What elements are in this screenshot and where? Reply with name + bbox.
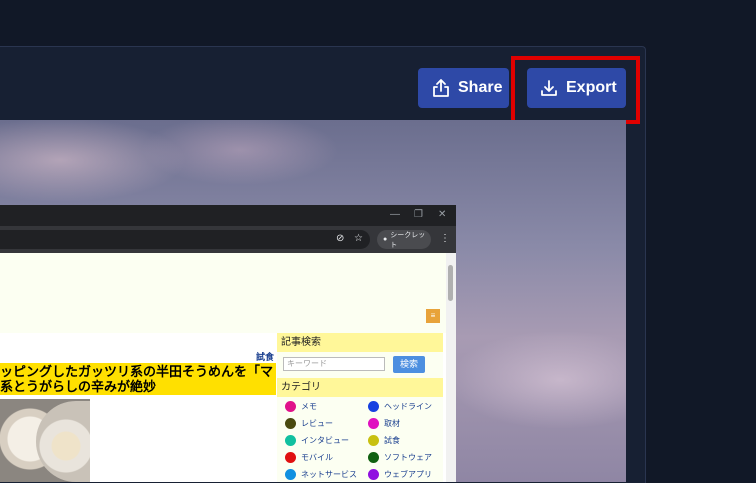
scroll-thumb[interactable]: [448, 265, 453, 301]
category-dot-icon: [285, 452, 296, 463]
browser-titlebar: — ❐ ✕: [0, 205, 456, 226]
search-button[interactable]: 検索: [393, 356, 425, 373]
share-button[interactable]: Share: [418, 68, 509, 108]
search-heading: 記事検索: [277, 333, 443, 352]
headline-line-1: ッピングしたガッツリ系の半田そうめんを「マ: [0, 364, 274, 379]
page-scrollbar[interactable]: [446, 253, 456, 482]
browser-screenshot: — ❐ ✕ ⊘ ☆ ● シークレット ⋮ ≡ 試食 ッピングしたガッツリ系の半田…: [0, 205, 456, 482]
category-dot-icon: [368, 401, 379, 412]
headline-line-2: 系とうがらしの辛みが絶妙: [0, 379, 157, 394]
kebab-menu-icon[interactable]: ⋮: [440, 233, 450, 244]
share-label: Share: [458, 79, 503, 96]
incognito-label: シークレット: [390, 231, 426, 249]
category-dot-icon: [368, 452, 379, 463]
minimize-icon[interactable]: —: [390, 209, 400, 220]
category-item[interactable]: ヘッドライン: [368, 401, 432, 412]
category-dot-icon: [368, 435, 379, 446]
incognito-indicator[interactable]: ● シークレット: [377, 230, 431, 249]
category-label: レビュー: [301, 419, 333, 428]
page-header-area: [0, 253, 446, 333]
category-dot-icon: [368, 418, 379, 429]
category-label: 試食: [384, 436, 400, 445]
category-label: ソフトウェア: [384, 453, 432, 462]
category-label: ヘッドライン: [384, 402, 432, 411]
article-headline[interactable]: ッピングしたガッツリ系の半田そうめんを「マ 系とうがらしの辛みが絶妙: [0, 363, 276, 395]
browser-addressbar: ⊘ ☆ ● シークレット ⋮: [0, 226, 456, 253]
sidebar: 記事検索 キーワード 検索 カテゴリ メモ ヘッドラインレビュー 取材インタビュー 試…: [277, 333, 443, 482]
category-label: インタビュー: [301, 436, 349, 445]
category-label: ウェブアプリ: [384, 470, 432, 479]
category-item[interactable]: インタビュー: [285, 435, 349, 446]
eye-off-icon[interactable]: ⊘: [336, 233, 344, 244]
address-field[interactable]: ⊘ ☆: [0, 230, 370, 249]
category-dot-icon: [285, 418, 296, 429]
category-heading: カテゴリ: [277, 378, 443, 397]
share-icon: [432, 78, 450, 98]
maximize-icon[interactable]: ❐: [414, 209, 423, 220]
star-icon[interactable]: ☆: [354, 233, 363, 244]
incognito-icon: ●: [383, 236, 388, 243]
category-dot-icon: [285, 469, 296, 480]
category-item[interactable]: レビュー: [285, 418, 333, 429]
web-page: ≡ 試食 ッピングしたガッツリ系の半田そうめんを「マ 系とうがらしの辛みが絶妙 …: [0, 253, 446, 482]
category-tag[interactable]: 試食: [256, 350, 274, 363]
category-item[interactable]: ネットサービス: [285, 469, 357, 480]
category-item[interactable]: 試食: [368, 435, 400, 446]
category-dot-icon: [368, 469, 379, 480]
category-dot-icon: [285, 435, 296, 446]
category-item[interactable]: ソフトウェア: [368, 452, 432, 463]
category-item[interactable]: ウェブアプリ: [368, 469, 432, 480]
category-item[interactable]: モバイル: [285, 452, 333, 463]
category-item[interactable]: メモ: [285, 401, 317, 412]
export-highlight-box: [511, 56, 640, 124]
article-column: 試食 ッピングしたガッツリ系の半田そうめんを「マ 系とうがらしの辛みが絶妙: [0, 333, 276, 482]
category-label: モバイル: [301, 453, 333, 462]
search-row: キーワード 検索: [277, 352, 443, 378]
feed-icon[interactable]: ≡: [426, 309, 440, 323]
category-item[interactable]: 取材: [368, 418, 400, 429]
category-dot-icon: [285, 401, 296, 412]
close-icon[interactable]: ✕: [438, 209, 446, 220]
category-label: ネットサービス: [301, 470, 357, 479]
category-label: 取材: [384, 419, 400, 428]
category-label: メモ: [301, 402, 317, 411]
keyword-input[interactable]: キーワード: [283, 357, 385, 371]
